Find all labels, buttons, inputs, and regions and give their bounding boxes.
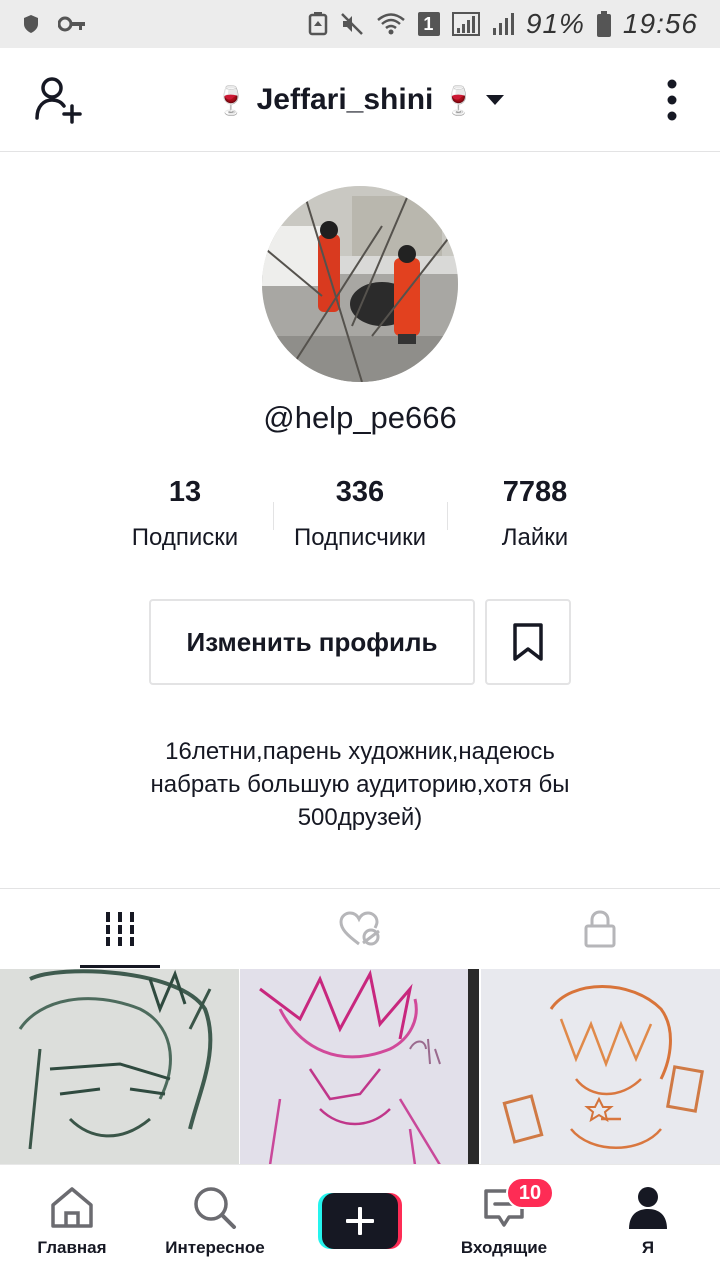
video-grid bbox=[0, 969, 720, 1165]
bookmark-icon bbox=[513, 623, 543, 661]
profile-header: 🍷 Jeffari_shini 🍷 bbox=[0, 48, 720, 152]
videos-grid-icon bbox=[104, 912, 136, 946]
clock: 19:56 bbox=[622, 8, 698, 39]
favorites-button[interactable] bbox=[485, 599, 571, 685]
battery-icon bbox=[596, 11, 611, 37]
stat-divider bbox=[447, 502, 448, 530]
tab-private[interactable] bbox=[480, 889, 720, 969]
bio-line: 16летни,парень художник,надеюсь bbox=[165, 738, 555, 765]
tab-liked[interactable] bbox=[240, 889, 480, 969]
more-vertical-icon bbox=[667, 79, 677, 121]
chevron-down-icon[interactable] bbox=[484, 93, 506, 107]
more-options-button[interactable] bbox=[660, 78, 684, 122]
key-icon bbox=[58, 16, 86, 32]
stat-divider bbox=[273, 502, 274, 530]
edit-profile-button[interactable]: Изменить профиль bbox=[149, 599, 475, 685]
nav-profile[interactable]: Я bbox=[576, 1165, 720, 1280]
profile-tabs bbox=[0, 888, 720, 968]
nav-inbox[interactable]: Входящие bbox=[432, 1165, 576, 1280]
avatar[interactable] bbox=[262, 186, 458, 382]
battery-percent: 91% bbox=[525, 8, 585, 39]
account-switcher-title[interactable]: Jeffari_shini bbox=[257, 83, 434, 117]
stat-value: 13 bbox=[168, 476, 202, 508]
bio-line: набрать большую аудиторию,хотя бы bbox=[150, 771, 570, 798]
stat-followers[interactable]: 336 Подписчики bbox=[270, 476, 450, 552]
edit-profile-label: Изменить профиль bbox=[186, 626, 438, 657]
add-user-button[interactable] bbox=[34, 76, 86, 124]
tab-videos[interactable] bbox=[0, 889, 240, 969]
create-video-button[interactable] bbox=[318, 1193, 402, 1249]
stat-label: Подписки bbox=[131, 524, 239, 551]
profile-icon bbox=[629, 1187, 667, 1229]
sync-icon bbox=[308, 12, 328, 36]
bio-line: 500друзей) bbox=[297, 804, 423, 831]
liked-hidden-icon bbox=[339, 911, 380, 946]
video-thumbnail-image bbox=[240, 969, 479, 1165]
signal-icon-2 bbox=[492, 12, 514, 36]
profile-username: @help_pe666 bbox=[263, 400, 457, 435]
mute-icon bbox=[340, 12, 364, 36]
video-thumbnail[interactable] bbox=[481, 969, 720, 1165]
wine-glass-emoji-right: 🍷 bbox=[441, 84, 477, 116]
add-user-icon bbox=[35, 77, 82, 124]
wine-glass-emoji-left: 🍷 bbox=[213, 84, 249, 116]
video-thumbnail-image bbox=[481, 969, 720, 1165]
profile-bio: 16летни,парень художник,надеюсь набрать … bbox=[80, 735, 640, 834]
video-thumbnail-image bbox=[0, 969, 239, 1165]
inbox-notification-badge: 10 bbox=[506, 1177, 554, 1209]
nav-inbox-label: Входящие bbox=[460, 1238, 548, 1257]
avatar-photo bbox=[262, 186, 458, 382]
home-icon bbox=[51, 1187, 93, 1228]
nav-discover[interactable]: Интересное bbox=[143, 1165, 287, 1280]
stat-label: Подписчики bbox=[293, 524, 427, 551]
wifi-icon bbox=[376, 12, 406, 36]
shield-icon bbox=[22, 14, 40, 34]
stat-label: Лайки bbox=[501, 524, 569, 551]
lock-icon bbox=[584, 910, 616, 948]
video-thumbnail[interactable] bbox=[240, 969, 479, 1165]
stat-likes[interactable]: 7788 Лайки bbox=[445, 476, 625, 552]
nav-home-label: Главная bbox=[37, 1238, 107, 1257]
video-thumbnail[interactable] bbox=[0, 969, 239, 1165]
profile-stats: 13 Подписки 336 Подписчики 7788 Лайки bbox=[0, 476, 720, 566]
stat-value: 336 bbox=[335, 476, 385, 508]
stat-value: 7788 bbox=[502, 476, 568, 508]
stat-following[interactable]: 13 Подписки bbox=[95, 476, 275, 552]
nav-discover-label: Интересное bbox=[165, 1238, 265, 1257]
active-tab-indicator bbox=[80, 965, 160, 968]
signal-icon bbox=[451, 12, 480, 36]
nav-profile-label: Я bbox=[641, 1238, 655, 1257]
create-plus-icon bbox=[318, 1193, 402, 1249]
status-bar: 1 91% 19:56 bbox=[0, 0, 720, 48]
search-icon bbox=[194, 1187, 236, 1229]
nav-home[interactable]: Главная bbox=[0, 1165, 144, 1280]
sim-slot-badge: 1 bbox=[417, 12, 440, 36]
